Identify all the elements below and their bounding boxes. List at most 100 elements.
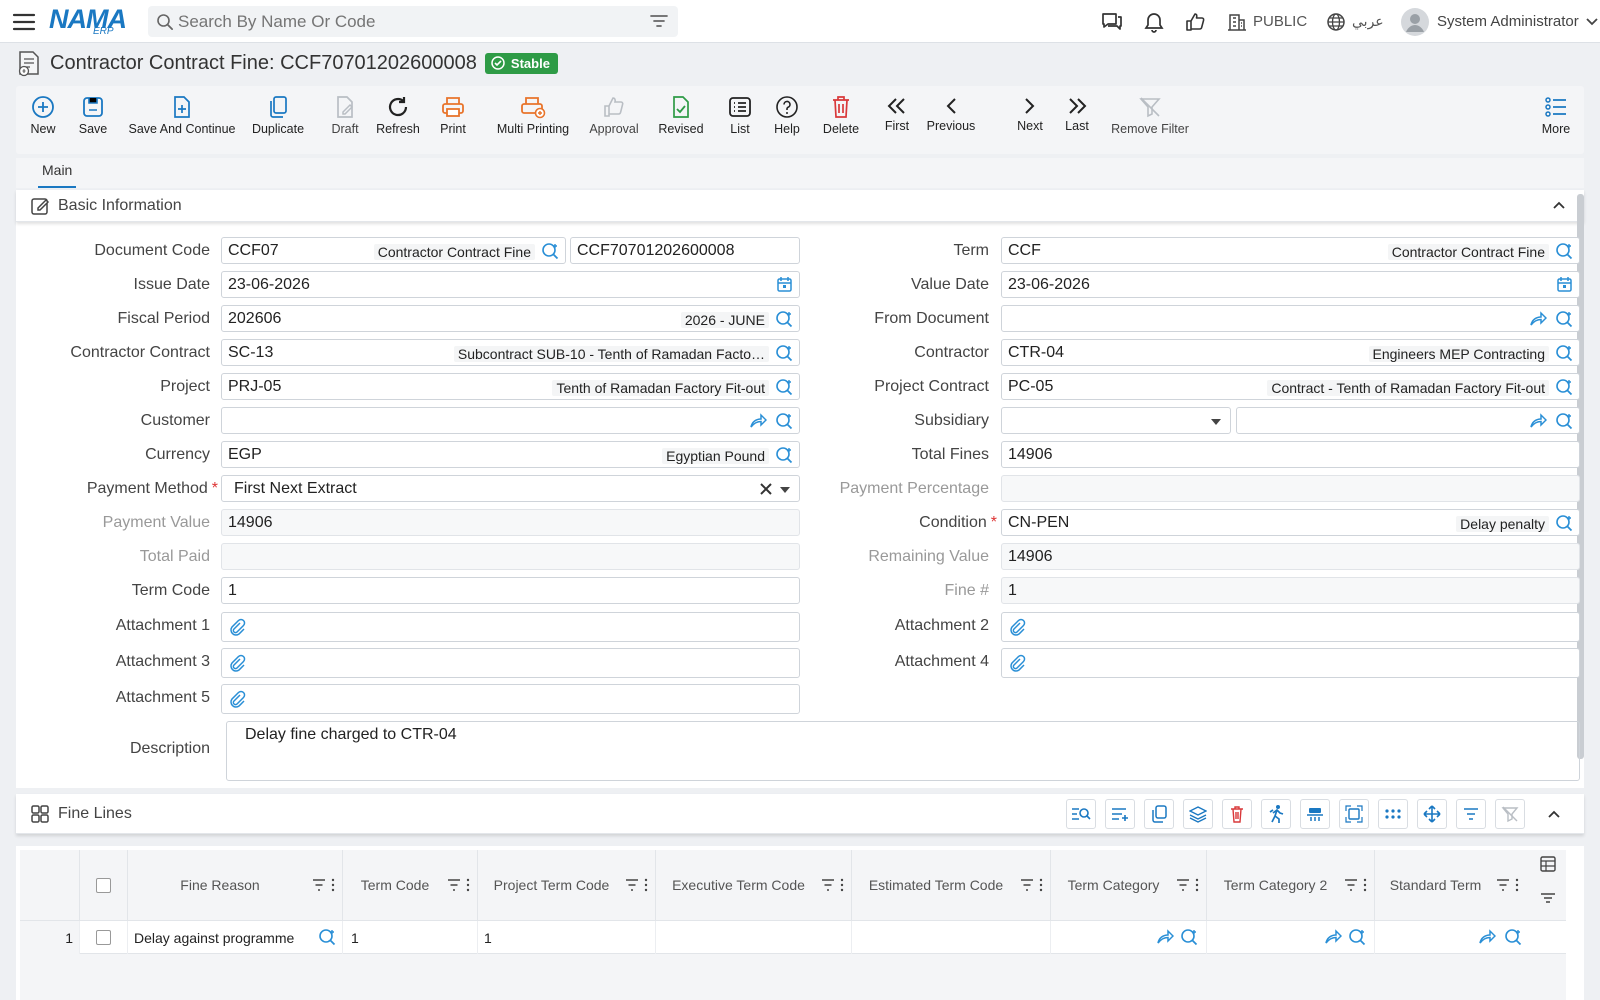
column-filter-icon[interactable]: [1020, 878, 1044, 892]
menu-icon[interactable]: [12, 11, 36, 33]
table-settings-icon[interactable]: [1540, 856, 1556, 872]
column-filter-icon[interactable]: [625, 878, 649, 892]
more-button[interactable]: More: [1540, 86, 1572, 154]
user-menu[interactable]: System Administrator: [1401, 0, 1599, 43]
open-link-icon[interactable]: [1529, 310, 1547, 328]
chevron-up-icon[interactable]: [1547, 809, 1561, 819]
grid-search-icon[interactable]: [1066, 799, 1096, 829]
grid-layers-icon[interactable]: [1183, 799, 1213, 829]
revised-button[interactable]: Revised: [658, 86, 704, 154]
first-button[interactable]: First: [882, 86, 912, 150]
issue-date-field[interactable]: 23-06-2026: [221, 271, 800, 298]
term-field[interactable]: CCF Contractor Contract Fine: [1001, 237, 1580, 264]
column-filter-icon[interactable]: [1176, 878, 1200, 892]
lookup-icon[interactable]: [775, 412, 793, 430]
caret-down-icon[interactable]: [1210, 418, 1222, 426]
print-button[interactable]: Print: [438, 86, 468, 154]
multi-printing-button[interactable]: Multi Printing: [496, 86, 570, 154]
paperclip-icon[interactable]: [1008, 654, 1026, 672]
grid-add-line-icon[interactable]: [1105, 799, 1135, 829]
previous-button[interactable]: Previous: [926, 86, 976, 154]
approval-button[interactable]: Approval: [589, 86, 639, 154]
bell-icon[interactable]: [1143, 0, 1165, 43]
description-textarea[interactable]: Delay fine charged to CTR-04: [226, 721, 1580, 781]
fiscal-period-field[interactable]: 202606 2026 - JUNE: [221, 305, 800, 332]
attachment2-field[interactable]: [1001, 612, 1580, 642]
column-header-fine-reason[interactable]: Fine Reason: [128, 850, 343, 920]
attachment1-field[interactable]: [221, 612, 800, 642]
column-header-term-code[interactable]: Term Code: [343, 850, 478, 920]
document-code-field[interactable]: CCF07 Contractor Contract Fine: [221, 237, 566, 264]
basic-information-header[interactable]: Basic Information: [16, 190, 1584, 222]
lookup-icon[interactable]: [1555, 378, 1573, 396]
column-header-term-category[interactable]: Term Category: [1051, 850, 1207, 920]
remove-filter-button[interactable]: Remove Filter: [1096, 86, 1204, 154]
grid-run-icon[interactable]: [1261, 799, 1291, 829]
caret-down-icon[interactable]: [779, 486, 791, 494]
cell-estimated-term-code[interactable]: [852, 921, 1051, 954]
open-link-icon[interactable]: [1529, 412, 1547, 430]
open-link-icon[interactable]: [1156, 928, 1174, 946]
cell-standard-term[interactable]: [1375, 921, 1526, 954]
attachment4-field[interactable]: [1001, 648, 1580, 678]
column-header-executive-term-code[interactable]: Executive Term Code: [656, 850, 852, 920]
attachment3-field[interactable]: [221, 648, 800, 678]
calendar-icon[interactable]: [1556, 276, 1573, 293]
new-button[interactable]: New: [28, 86, 58, 154]
cell-fine-reason[interactable]: Delay against programme: [128, 921, 343, 954]
search-filter-icon[interactable]: [650, 14, 668, 28]
side-filter-icon[interactable]: [1540, 892, 1556, 904]
delete-button[interactable]: Delete: [822, 86, 860, 154]
calendar-icon[interactable]: [776, 276, 793, 293]
customer-field[interactable]: [221, 407, 800, 434]
lookup-icon[interactable]: [775, 310, 793, 328]
language-switcher[interactable]: عربي: [1326, 0, 1384, 43]
grid-move-icon[interactable]: [1417, 799, 1447, 829]
open-link-icon[interactable]: [1324, 928, 1342, 946]
lookup-icon[interactable]: [775, 344, 793, 362]
list-button[interactable]: List: [728, 86, 752, 154]
next-button[interactable]: Next: [1016, 86, 1044, 154]
grid-delete-icon[interactable]: [1222, 799, 1252, 829]
save-and-continue-button[interactable]: Save And Continue: [128, 86, 236, 154]
contractor-field[interactable]: CTR-04 Engineers MEP Contracting: [1001, 339, 1580, 366]
paperclip-icon[interactable]: [228, 654, 246, 672]
lookup-icon[interactable]: [1504, 928, 1522, 946]
select-all-checkbox[interactable]: [96, 877, 111, 893]
lookup-icon[interactable]: [1555, 514, 1573, 532]
grid-filter-off-icon[interactable]: [1495, 799, 1525, 829]
subsidiary-type-select[interactable]: [1001, 407, 1231, 434]
search-input[interactable]: [178, 6, 628, 37]
column-filter-icon[interactable]: [821, 878, 845, 892]
document-number-field[interactable]: CCF70701202600008: [570, 237, 800, 264]
value-date-field[interactable]: 23-06-2026: [1001, 271, 1580, 298]
open-link-icon[interactable]: [1478, 928, 1496, 946]
column-filter-icon[interactable]: [312, 878, 336, 892]
from-document-field[interactable]: [1001, 305, 1580, 332]
branch-selector[interactable]: PUBLIC: [1227, 0, 1307, 43]
currency-field[interactable]: EGP Egyptian Pound: [221, 441, 800, 468]
lookup-icon[interactable]: [775, 378, 793, 396]
cell-term-category-2[interactable]: [1207, 921, 1375, 954]
project-field[interactable]: PRJ-05 Tenth of Ramadan Factory Fit-out: [221, 373, 800, 400]
open-link-icon[interactable]: [749, 412, 767, 430]
condition-field[interactable]: CN-PEN Delay penalty: [1001, 509, 1580, 536]
term-code-field[interactable]: 1: [221, 577, 800, 604]
column-filter-icon[interactable]: [447, 878, 471, 892]
paperclip-icon[interactable]: [228, 690, 246, 708]
lookup-icon[interactable]: [318, 928, 336, 946]
save-button[interactable]: Save: [78, 86, 108, 154]
lookup-icon[interactable]: [1555, 242, 1573, 260]
help-button[interactable]: Help: [774, 86, 800, 154]
lookup-icon[interactable]: [541, 242, 559, 260]
payment-method-select[interactable]: First Next Extract: [221, 475, 800, 502]
cell-project-term-code[interactable]: 1: [478, 921, 656, 954]
column-header-term-category-2[interactable]: Term Category 2: [1207, 850, 1375, 920]
cell-executive-term-code[interactable]: [656, 921, 852, 954]
duplicate-button[interactable]: Duplicate: [252, 86, 304, 154]
lookup-icon[interactable]: [1180, 928, 1198, 946]
draft-button[interactable]: Draft: [328, 86, 362, 154]
cell-term-code[interactable]: 1: [343, 921, 478, 954]
grid-split-icon[interactable]: [1300, 799, 1330, 829]
paperclip-icon[interactable]: [1008, 618, 1026, 636]
